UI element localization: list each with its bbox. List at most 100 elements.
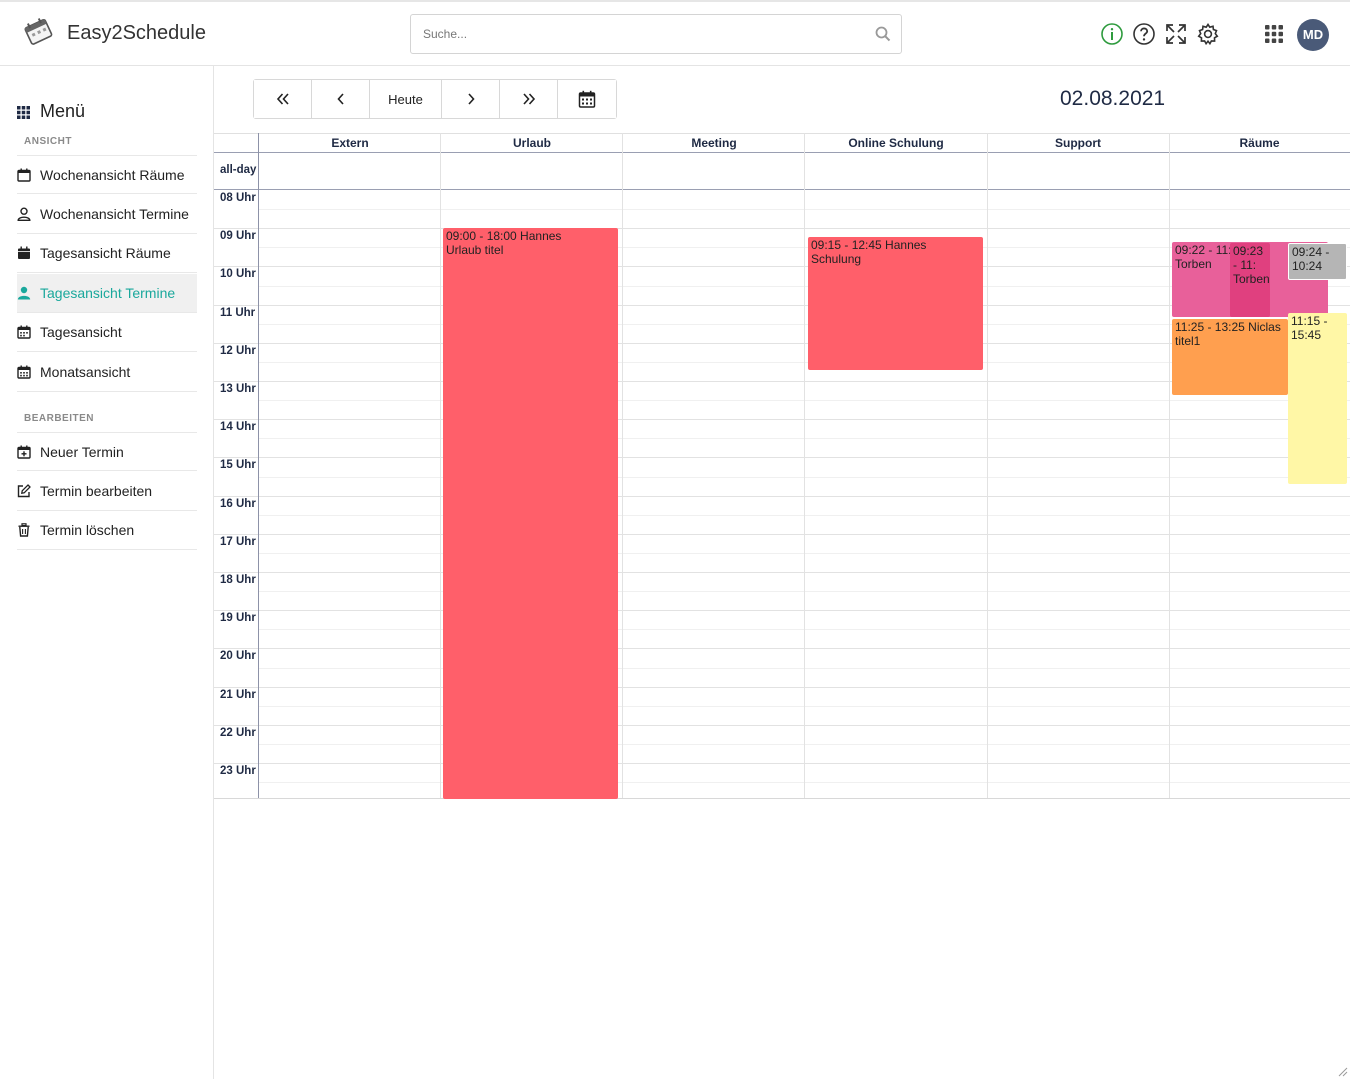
nav-week-appointments[interactable]: Wochenansicht Termine — [17, 195, 197, 234]
event-raeume-niclas-titel1[interactable]: 11:25 - 13:25 Niclas titel1 — [1172, 319, 1288, 395]
app-logo-icon[interactable] — [22, 15, 54, 47]
hour-line — [214, 686, 1350, 688]
prev-button[interactable] — [312, 80, 370, 118]
calendar-plus-icon — [17, 445, 31, 459]
hour-line — [214, 533, 1350, 535]
gear-icon[interactable] — [1196, 22, 1220, 46]
hour-label: 09 Uhr — [220, 230, 256, 243]
event-raeume-niclas[interactable]: 09:24 - 10:24 — [1288, 243, 1347, 280]
grid-bottom-line — [214, 798, 1350, 799]
column-header-online-schulung: Online Schulung — [848, 136, 944, 150]
next-button[interactable] — [442, 80, 500, 118]
event-raeume-torben-2[interactable]: 09:23 - 11: Torben — [1230, 243, 1270, 317]
column-header-urlaub: Urlaub — [512, 136, 551, 150]
hour-label: 13 Uhr — [220, 383, 256, 395]
hour-line — [214, 572, 1350, 573]
column-header-raeume: Räume — [1239, 136, 1280, 150]
column-header-row: Extern Urlaub Meeting Online Schulung Su… — [214, 133, 1350, 153]
edit-icon — [17, 484, 31, 498]
column-divider — [1169, 133, 1170, 799]
hour-label: 08 Uhr — [220, 192, 256, 204]
calendar-solid-icon — [18, 246, 30, 259]
calendar-toolbar: Heute — [253, 79, 617, 119]
calendar-grid: Extern Urlaub Meeting Online Schulung Su… — [214, 133, 1350, 799]
nav-edit-appointment[interactable]: Termin bearbeiten — [17, 472, 197, 511]
hour-line — [214, 763, 1350, 764]
hour-label: 10 Uhr — [220, 268, 256, 281]
menu-heading: Menü — [17, 101, 85, 122]
column-divider — [440, 133, 441, 799]
hour-label: 23 Uhr — [220, 765, 256, 777]
search-icon[interactable] — [875, 26, 891, 42]
hour-label: 19 Uhr — [220, 612, 256, 625]
column-header-extern: Extern — [331, 136, 369, 150]
chevron-right-icon — [467, 93, 475, 105]
date-picker-button[interactable] — [558, 80, 616, 118]
hour-label: 21 Uhr — [220, 688, 256, 701]
hour-label: 16 Uhr — [220, 497, 256, 510]
hour-label: 15 Uhr — [220, 459, 256, 472]
app-title[interactable]: Easy2Schedule — [67, 22, 206, 45]
hour-line — [214, 228, 1350, 230]
menu-title: Menü — [40, 101, 86, 121]
search-box — [410, 14, 902, 54]
section-label-view: ANSICHT — [24, 136, 72, 147]
nav-day-view[interactable]: Tagesansicht — [17, 313, 197, 352]
hour-label: 11 Uhr — [220, 306, 256, 319]
resize-grip-icon[interactable] — [1336, 1065, 1348, 1077]
chevron-left-icon — [336, 93, 344, 105]
hour-label: 18 Uhr — [220, 574, 256, 586]
apps-grid-icon[interactable] — [1262, 22, 1286, 46]
hour-label: 22 Uhr — [220, 726, 256, 739]
calendar-days-icon — [17, 325, 31, 339]
hour-label: 17 Uhr — [220, 535, 256, 548]
hour-line — [214, 648, 1350, 650]
column-divider — [622, 133, 623, 799]
search-input[interactable] — [411, 15, 851, 53]
user-solid-icon — [17, 286, 31, 300]
nav-day-appointments[interactable]: Tagesansicht Termine — [17, 274, 197, 313]
sidebar: Menü ANSICHT Wochenansicht Räume Wochena… — [0, 66, 214, 1079]
nav-month-view[interactable]: Monatsansicht — [17, 353, 197, 392]
prev-fast-button[interactable] — [254, 80, 312, 118]
calendar-outline-icon — [17, 168, 31, 182]
double-chevron-left-icon — [276, 93, 289, 105]
hour-label: 14 Uhr — [220, 421, 256, 434]
help-icon[interactable] — [1132, 22, 1156, 46]
nav-day-rooms[interactable]: Tagesansicht Räume — [17, 234, 197, 273]
fullscreen-icon[interactable] — [1164, 22, 1188, 46]
top-bar: Easy2Schedule Suche... MD — [0, 0, 1350, 66]
trash-icon — [18, 523, 30, 537]
calendar-month-icon — [17, 365, 31, 379]
column-divider — [804, 133, 805, 799]
allday-row[interactable]: all-day — [214, 153, 1350, 190]
nav-week-rooms[interactable]: Wochenansicht Räume — [17, 155, 197, 194]
section-label-edit: BEARBEITEN — [24, 413, 95, 424]
hour-label: 20 Uhr — [220, 650, 256, 663]
event-schulung-hannes[interactable]: 09:15 - 12:45 Hannes Schulung — [808, 237, 983, 370]
hour-label: 12 Uhr — [220, 344, 256, 357]
allday-label: all-day — [220, 164, 257, 176]
time-axis-line — [258, 133, 259, 799]
nav-new-appointment[interactable]: Neuer Termin — [17, 432, 197, 471]
double-chevron-right-icon — [522, 93, 535, 105]
info-icon[interactable] — [1100, 22, 1124, 46]
event-urlaub-hannes[interactable]: 09:00 - 18:00 Hannes Urlaub titel — [443, 228, 618, 799]
hour-line — [214, 457, 1350, 459]
today-button[interactable]: Heute — [370, 80, 442, 118]
hour-line — [214, 495, 1350, 497]
menu-grid-icon — [17, 105, 30, 119]
event-raeume-1115[interactable]: 11:15 - 15:45 — [1288, 313, 1347, 484]
next-fast-button[interactable] — [500, 80, 558, 118]
user-outline-icon — [17, 207, 31, 221]
user-avatar[interactable]: MD — [1297, 19, 1329, 51]
column-header-support: Support — [1055, 136, 1101, 150]
current-date: 02.08.2021 — [1060, 87, 1166, 110]
column-header-meeting: Meeting — [691, 136, 737, 150]
hour-line — [214, 419, 1350, 421]
hour-line — [214, 610, 1350, 612]
hour-line — [214, 724, 1350, 726]
column-divider — [987, 133, 988, 799]
calendar-icon — [578, 90, 596, 108]
nav-delete-appointment[interactable]: Termin löschen — [17, 511, 197, 550]
